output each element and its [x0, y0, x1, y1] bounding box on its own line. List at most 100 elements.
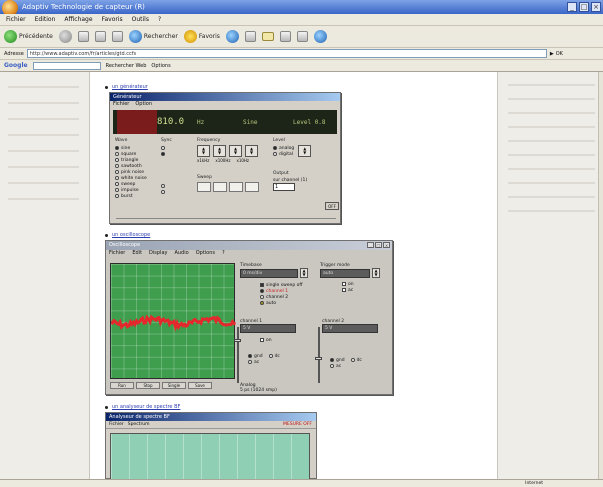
- favorites-button[interactable]: Favoris: [183, 30, 220, 43]
- address-input[interactable]: http://www.adaptiv.com/fr/articles/gtd.c…: [26, 49, 547, 58]
- oscilloscope-trace: [111, 314, 236, 332]
- level-option[interactable]: digital: [273, 151, 294, 157]
- freq-spinner-3[interactable]: ▲ ▼: [229, 145, 242, 157]
- search-button[interactable]: Rechercher: [128, 30, 178, 43]
- sweep-slot[interactable]: [213, 182, 227, 192]
- back-button[interactable]: Précédente: [4, 30, 53, 43]
- caption-spectrum[interactable]: un analyseur de spectre BF: [112, 404, 180, 410]
- google-options-button[interactable]: Options: [151, 63, 170, 69]
- close-button[interactable]: ×: [591, 2, 601, 12]
- back-label: Précédente: [19, 33, 53, 40]
- trigger-field[interactable]: auto: [320, 268, 370, 278]
- level-spinner[interactable]: ▲ ▼: [298, 145, 312, 157]
- mail-icon[interactable]: [261, 32, 274, 41]
- radio-icon: [115, 194, 119, 198]
- gen-menu-file[interactable]: Fichier: [113, 101, 129, 108]
- osc-single-button[interactable]: Single: [162, 382, 186, 389]
- channel1-option[interactable]: ac: [248, 359, 259, 365]
- window-title: Adaptiv Technologie de capteur (R): [22, 3, 145, 11]
- sweep-header: Sweep: [197, 175, 212, 180]
- osc-stop-button[interactable]: Stop: [136, 382, 160, 389]
- sweep-slot[interactable]: [245, 182, 259, 192]
- trigger-option[interactable]: ac: [342, 287, 386, 293]
- trigger-spinner[interactable]: ▲ ▼: [372, 268, 380, 278]
- list-item: un générateur: [105, 84, 148, 90]
- stop-icon[interactable]: [77, 31, 89, 42]
- window-titlebar: Adaptiv Technologie de capteur (R) _ □ ×: [0, 0, 603, 16]
- spectrum-plot[interactable]: [110, 433, 310, 480]
- channel2-slider[interactable]: [315, 327, 322, 383]
- gen-menu-option[interactable]: Option: [135, 101, 152, 108]
- osc-maximize-button[interactable]: □: [375, 242, 382, 248]
- channel1-option[interactable]: dc: [268, 353, 280, 359]
- caption-oscilloscope[interactable]: un oscilloscope: [112, 232, 150, 238]
- spectrum-menu-spectrum[interactable]: Spectrum: [128, 422, 150, 427]
- refresh-icon[interactable]: [94, 31, 106, 42]
- channel2-option[interactable]: ac: [330, 363, 341, 369]
- menu-help[interactable]: ?: [158, 14, 161, 25]
- spectrum-hint: MESURE OFF: [283, 422, 312, 427]
- freq-spinner-2[interactable]: ▲ ▼: [213, 145, 226, 157]
- edit-icon[interactable]: [296, 31, 308, 42]
- osc-menu-file[interactable]: Fichier: [109, 250, 125, 257]
- display-unit: Hz: [197, 118, 205, 126]
- menu-affichage[interactable]: Affichage: [64, 14, 92, 25]
- oscilloscope-screen[interactable]: [110, 263, 236, 379]
- off-button[interactable]: OFF: [325, 202, 339, 210]
- channel2-option-label: ac: [336, 363, 342, 369]
- osc-menu-edit[interactable]: Edit: [132, 250, 142, 257]
- sweep-slot[interactable]: [229, 182, 243, 192]
- minimize-button[interactable]: _: [567, 2, 577, 12]
- sync-option[interactable]: [161, 189, 187, 195]
- output-channel-input[interactable]: 1: [273, 183, 295, 191]
- osc-minimize-button[interactable]: _: [367, 242, 374, 248]
- channel1-field[interactable]: 5 V: [240, 324, 296, 333]
- maximize-button[interactable]: □: [579, 2, 589, 12]
- sweep-slot[interactable]: [197, 182, 211, 192]
- wave-option[interactable]: burst: [115, 193, 155, 199]
- channel2-field[interactable]: 5 V: [322, 324, 378, 333]
- page-scrollbar[interactable]: [598, 72, 603, 479]
- osc-close-button[interactable]: ×: [383, 242, 390, 248]
- print-icon[interactable]: [279, 31, 291, 42]
- google-search-input[interactable]: [32, 61, 101, 70]
- generator-display: 810.0 Hz Sine Level 0.8: [113, 110, 337, 134]
- osc-menu-help[interactable]: ?: [222, 250, 225, 257]
- media-icon[interactable]: [225, 30, 239, 43]
- freq-spinner-4[interactable]: ▲ ▼: [245, 145, 258, 157]
- timebase-spinner[interactable]: ▲ ▼: [300, 268, 308, 278]
- home-icon[interactable]: [111, 31, 123, 42]
- menu-fichier[interactable]: Fichier: [6, 14, 26, 25]
- osc-menu-audio[interactable]: Audio: [174, 250, 188, 257]
- oscilloscope-footer: Analog 5 ps (1024 smp): [240, 383, 277, 393]
- slider-knob[interactable]: [234, 339, 241, 342]
- signal-trace: [111, 314, 236, 332]
- menu-outils[interactable]: Outils: [132, 14, 149, 25]
- generator-title: Générateur: [110, 93, 340, 101]
- radio-icon: [330, 358, 334, 362]
- go-button[interactable]: ▶ OK: [550, 51, 563, 57]
- channel2-option[interactable]: dc: [350, 357, 362, 363]
- channel-option[interactable]: auto: [260, 300, 310, 306]
- slider-knob[interactable]: [315, 357, 322, 360]
- osc-menu-display[interactable]: Display: [149, 250, 167, 257]
- channel1-slider[interactable]: [234, 327, 241, 383]
- down-arrow-icon: ▼: [303, 150, 307, 155]
- osc-run-button[interactable]: Run: [110, 382, 134, 389]
- messenger-icon[interactable]: [313, 30, 327, 43]
- menu-edition[interactable]: Edition: [35, 14, 56, 25]
- forward-button[interactable]: [58, 30, 72, 43]
- channel1-option[interactable]: on: [260, 337, 314, 343]
- display-level-value: 0.8: [314, 118, 326, 126]
- caption-generator[interactable]: un générateur: [112, 84, 148, 90]
- history-icon[interactable]: [244, 31, 256, 42]
- search-icon: [128, 30, 142, 43]
- timebase-field[interactable]: 0 ms/div: [240, 268, 298, 278]
- freq-spinner-1[interactable]: ▲ ▼: [197, 145, 210, 157]
- menu-favoris[interactable]: Favoris: [102, 14, 123, 25]
- spectrum-menu-file[interactable]: Fichier: [109, 422, 124, 427]
- osc-save-button[interactable]: Save: [188, 382, 212, 389]
- osc-menu-options[interactable]: Options: [196, 250, 215, 257]
- google-search-web-button[interactable]: Rechercher Web: [106, 63, 147, 69]
- radio-icon: [161, 190, 165, 194]
